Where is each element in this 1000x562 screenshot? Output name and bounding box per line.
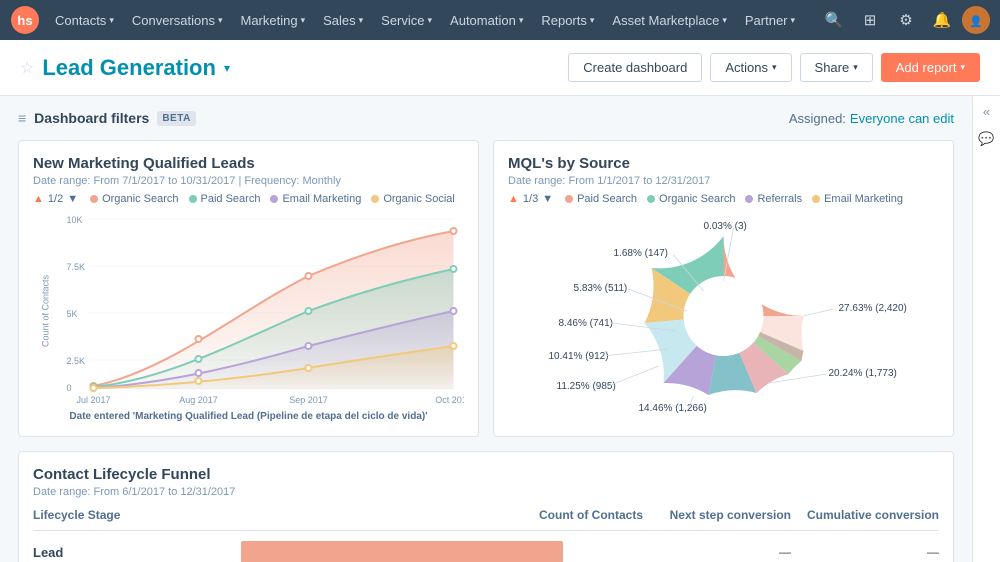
svg-text:👤: 👤 xyxy=(969,15,983,28)
next-page-icon[interactable]: ▼ xyxy=(67,193,78,205)
col-header-next: Next step conversion xyxy=(651,508,791,522)
mql-card-subtitle: Date range: From 7/1/2017 to 10/31/2017 … xyxy=(33,175,464,187)
title-dropdown-icon[interactable]: ▾ xyxy=(224,61,230,75)
beta-badge: BETA xyxy=(157,111,195,126)
svg-text:20.24% (1,773): 20.24% (1,773) xyxy=(829,368,897,379)
funnel-bar-lead xyxy=(241,541,563,562)
nav-item-asset-marketplace[interactable]: Asset Marketplace▾ xyxy=(603,0,735,40)
svg-text:11.25% (985): 11.25% (985) xyxy=(557,381,616,392)
search-icon[interactable]: 🔍 xyxy=(818,4,850,36)
prev-page-icon[interactable]: ▲ xyxy=(508,193,519,205)
svg-text:0: 0 xyxy=(67,383,72,393)
settings-icon[interactable]: ⚙ xyxy=(890,4,922,36)
page-title: Lead Generation xyxy=(42,55,216,81)
funnel-row-lead: Lead — — xyxy=(33,537,939,562)
funnel-title: Contact Lifecycle Funnel xyxy=(33,466,939,483)
mql-card: New Marketing Qualified Leads Date range… xyxy=(18,140,479,437)
svg-text:1.68% (147): 1.68% (147) xyxy=(614,248,668,259)
x-axis-label: Date entered 'Marketing Qualified Lead (… xyxy=(33,411,464,422)
svg-text:Oct 2017: Oct 2017 xyxy=(435,395,464,405)
nav-item-contacts[interactable]: Contacts▾ xyxy=(46,0,123,40)
dashboard-grid: New Marketing Qualified Leads Date range… xyxy=(18,140,954,437)
everyone-can-edit-link[interactable]: Everyone can edit xyxy=(850,111,954,126)
create-dashboard-button[interactable]: Create dashboard xyxy=(568,53,702,82)
hubspot-logo[interactable]: hs xyxy=(10,5,40,35)
mql-card-title: New Marketing Qualified Leads xyxy=(33,155,464,172)
side-panel: « 💬 xyxy=(972,96,1000,562)
mql-source-subtitle: Date range: From 1/1/2017 to 12/31/2017 xyxy=(508,175,939,187)
svg-text:Count of Contacts: Count of Contacts xyxy=(41,274,51,347)
legend-email-marketing: Email Marketing xyxy=(812,193,903,205)
mql-source-card: MQL's by Source Date range: From 1/1/201… xyxy=(493,140,954,437)
nav-item-partner[interactable]: Partner▾ xyxy=(736,0,804,40)
svg-text:5K: 5K xyxy=(67,309,78,319)
legend-item-email: Email Marketing xyxy=(270,193,361,205)
legend-item-paid-search: Paid Search xyxy=(189,193,261,205)
favorite-star-icon[interactable]: ☆ xyxy=(20,58,34,78)
svg-text:5.83% (511): 5.83% (511) xyxy=(574,283,628,294)
svg-text:0.03% (3): 0.03% (3) xyxy=(704,221,747,232)
legend-paid-search: Paid Search xyxy=(565,193,637,205)
nav-item-reports[interactable]: Reports▾ xyxy=(532,0,603,40)
funnel-next-lead: — xyxy=(651,545,791,559)
mql-pagination: ▲ 1/2 ▼ xyxy=(33,193,78,205)
mql-source-legend: Paid Search Organic Search Referrals xyxy=(565,193,903,205)
share-button[interactable]: Share▾ xyxy=(800,53,873,82)
notifications-icon[interactable]: 🔔 xyxy=(926,4,958,36)
nav-item-marketing[interactable]: Marketing▾ xyxy=(231,0,314,40)
grid-icon[interactable]: ⊞ xyxy=(854,4,886,36)
svg-text:Jul 2017: Jul 2017 xyxy=(76,395,110,405)
col-header-count: Count of Contacts xyxy=(241,508,643,522)
line-chart: 10K 7.5K 5K 2.5K 0 Count of Contacts xyxy=(33,211,464,422)
filters-bar: ≡ Dashboard filters BETA Assigned: Every… xyxy=(18,110,954,126)
pie-chart: 27.63% (2,420) 20.24% (1,773) 14.46% (1,… xyxy=(508,211,939,421)
chat-icon[interactable]: 💬 xyxy=(978,131,994,147)
mql-legend: Organic Search Paid Search Email Marketi… xyxy=(90,193,455,205)
svg-text:Sep 2017: Sep 2017 xyxy=(289,395,328,405)
prev-page-icon[interactable]: ▲ xyxy=(33,193,44,205)
page-header: ☆ Lead Generation ▾ Create dashboard Act… xyxy=(0,40,1000,96)
nav-item-sales[interactable]: Sales▾ xyxy=(314,0,372,40)
filter-icon: ≡ xyxy=(18,110,26,126)
assigned-label: Assigned: xyxy=(789,111,846,126)
funnel-subtitle: Date range: From 6/1/2017 to 12/31/2017 xyxy=(33,486,939,498)
next-page-icon[interactable]: ▼ xyxy=(542,193,553,205)
main-nav: hs Contacts▾ Conversations▾ Marketing▾ S… xyxy=(0,0,1000,40)
user-avatar[interactable]: 👤 xyxy=(962,6,990,34)
col-header-cumulative: Cumulative conversion xyxy=(799,508,939,522)
legend-item-organic-social: Organic Social xyxy=(371,193,455,205)
legend-referrals: Referrals xyxy=(745,193,802,205)
funnel-table-header: Lifecycle Stage Count of Contacts Next s… xyxy=(33,508,939,531)
legend-organic-search: Organic Search xyxy=(647,193,735,205)
nav-item-conversations[interactable]: Conversations▾ xyxy=(123,0,232,40)
svg-text:7.5K: 7.5K xyxy=(67,262,86,272)
nav-item-automation[interactable]: Automation▾ xyxy=(441,0,532,40)
col-header-stage: Lifecycle Stage xyxy=(33,508,233,522)
svg-text:8.46% (741): 8.46% (741) xyxy=(559,318,613,329)
funnel-card: Contact Lifecycle Funnel Date range: Fro… xyxy=(18,451,954,562)
add-report-button[interactable]: Add report▾ xyxy=(881,53,980,82)
mql-source-title: MQL's by Source xyxy=(508,155,939,172)
svg-text:14.46% (1,266): 14.46% (1,266) xyxy=(639,403,707,414)
filters-label: Dashboard filters xyxy=(34,110,149,126)
collapse-icon[interactable]: « xyxy=(983,104,990,119)
svg-text:10K: 10K xyxy=(67,215,83,225)
nav-item-service[interactable]: Service▾ xyxy=(372,0,441,40)
main-area: ≡ Dashboard filters BETA Assigned: Every… xyxy=(0,96,972,562)
svg-text:27.63% (2,420): 27.63% (2,420) xyxy=(839,303,907,314)
svg-text:2.5K: 2.5K xyxy=(67,356,86,366)
body-layout: ≡ Dashboard filters BETA Assigned: Every… xyxy=(0,96,1000,562)
actions-button[interactable]: Actions▾ xyxy=(710,53,791,82)
funnel-stage-lead: Lead xyxy=(33,545,233,560)
mql-source-pagination: ▲ 1/3 ▼ xyxy=(508,193,553,205)
svg-text:hs: hs xyxy=(17,13,32,28)
legend-item-organic-search: Organic Search xyxy=(90,193,178,205)
funnel-cum-lead: — xyxy=(799,545,939,559)
svg-text:Aug 2017: Aug 2017 xyxy=(179,395,218,405)
svg-text:10.41% (912): 10.41% (912) xyxy=(549,351,609,362)
